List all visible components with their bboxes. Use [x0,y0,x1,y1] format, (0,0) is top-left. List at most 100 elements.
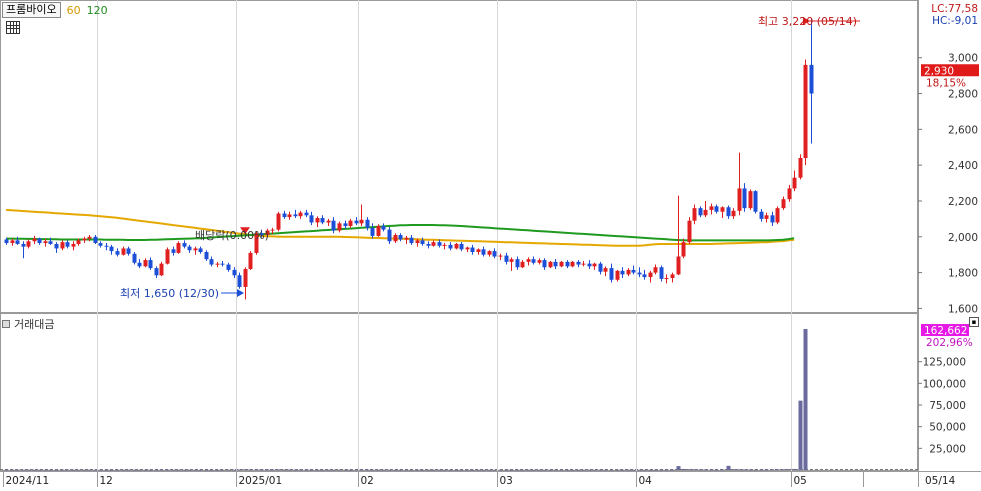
candle-body [293,214,298,217]
volume-tick-label: 125,000 [923,357,966,369]
candle-body [237,275,242,287]
candle-body [559,261,564,267]
volume-bar [565,469,570,471]
low-annotation: 최저 1,650 (12/30) [120,287,219,300]
volume-bar [82,469,87,471]
volume-bar [54,469,59,471]
candle-body [48,241,53,244]
candle-body [520,261,525,268]
volume-bar [520,469,525,471]
candle-body [420,240,425,244]
volume-bar [731,469,736,471]
candle-body [570,261,575,267]
volume-bar [109,469,114,471]
volume-bar [620,469,625,471]
volume-bar [354,469,359,471]
candle-body [43,241,48,244]
high-annotation: 최고 3,220 (05/14) [758,15,857,28]
volume-bar [748,469,753,471]
candle-body [409,237,414,244]
volume-bar [426,469,431,471]
candle-body [742,188,747,209]
price-tick-label: 1,600 [948,303,978,315]
volume-bar [642,469,647,471]
candle-body [587,263,592,267]
volume-bar [287,469,292,471]
volume-bar [609,469,614,471]
volume-bar [576,469,581,471]
stock-name[interactable]: 프롬바이오 [2,2,61,18]
candle-body [143,260,148,267]
candle-body [204,252,209,260]
volume-bar [509,469,514,471]
volume-bar [398,469,403,471]
candle-body [365,219,370,228]
volume-bar [437,469,442,471]
volume-bar [487,469,492,471]
candle-body [232,269,237,276]
volume-bar [198,469,203,471]
panel-toggle-icon[interactable]: ▪ [969,317,979,327]
volume-bar [798,400,803,470]
volume-bar [587,469,592,471]
candle-body [542,260,547,268]
candle-body [187,246,192,251]
volume-bar [304,469,309,471]
candle-body [803,64,808,158]
ma60-legend[interactable]: 60 [67,4,81,17]
candle-body [71,243,76,247]
candle-body [115,251,120,255]
candle-body [426,243,431,246]
candle-body [465,247,470,250]
candle-body [498,255,503,257]
candle-body [770,215,775,223]
ma120-legend[interactable]: 120 [87,4,108,17]
candle-body [10,240,15,244]
candle-body [581,263,586,265]
volume-marker-icon[interactable] [2,320,10,328]
volume-bar [698,469,703,471]
volume-bar [420,469,425,471]
volume-bar [232,469,237,471]
volume-bar [215,469,220,471]
candle-body [504,255,509,262]
candle-body [437,242,442,246]
volume-bar [176,469,181,471]
candle-body [798,158,803,178]
volume-bar [703,469,708,471]
candle-body [709,206,714,210]
volume-bar [15,469,20,471]
x-tick-label: 12 [100,475,113,487]
candle-body [54,243,59,249]
candle-body [626,269,631,275]
x-tick-label: 2025/01 [239,475,283,487]
candle-body [648,272,653,278]
candle-body [703,209,708,216]
volume-bar [670,469,675,471]
volume-bar [626,469,631,471]
volume-bar [664,469,669,471]
volume-bar [182,469,187,471]
candle-body [698,208,703,216]
volume-bar [648,469,653,471]
volume-bar [93,469,98,471]
volume-bar [431,469,436,471]
volume-bar [220,469,225,471]
volume-bar [159,469,164,471]
table-icon[interactable] [6,21,20,34]
volume-bar [770,469,775,471]
volume-tick-label: 75,000 [929,400,966,412]
candle-body [326,220,331,223]
candle-body [354,220,359,224]
volume-bar [759,469,764,471]
volume-bar [470,469,475,471]
volume-bar [21,469,26,471]
volume-bar [537,469,542,471]
volume-bar [720,469,725,471]
volume-bar [442,469,447,471]
volume-bar [764,469,769,471]
volume-bar [226,469,231,471]
volume-bar [492,469,497,471]
chart-root: 2024/11 12 2025/01 02 03 04 05 05/14 1,600 1,800 2… [0,0,981,487]
candle-body [359,219,364,224]
